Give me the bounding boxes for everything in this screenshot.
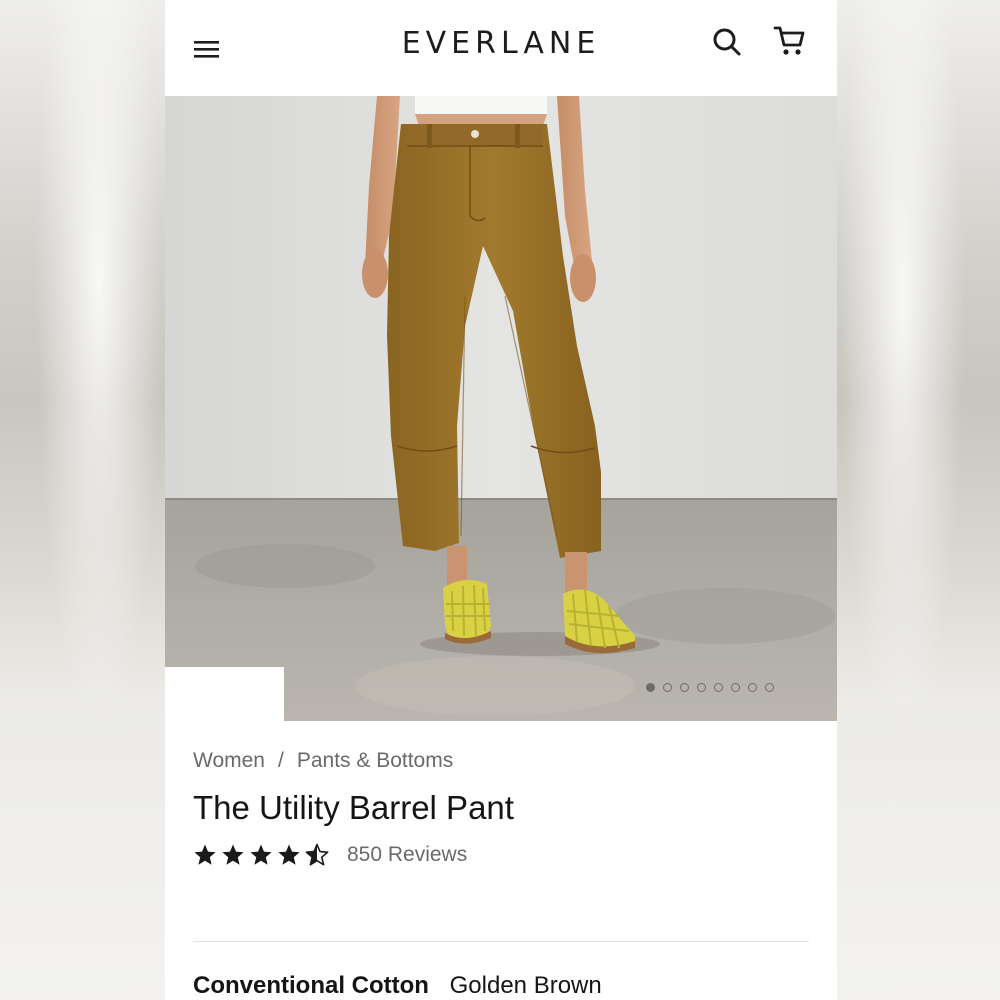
carousel-pagination bbox=[646, 683, 774, 692]
section-divider bbox=[193, 941, 809, 942]
search-icon[interactable] bbox=[711, 26, 743, 58]
reviews-link[interactable]: 850 Reviews bbox=[347, 843, 467, 867]
star-icon bbox=[194, 844, 216, 865]
half-star-icon bbox=[305, 843, 329, 866]
star-icon bbox=[222, 844, 244, 865]
site-header: EVERLANE bbox=[165, 0, 837, 96]
blurred-background-left bbox=[0, 0, 165, 1000]
carousel-dot[interactable] bbox=[680, 683, 689, 692]
star-icon bbox=[278, 844, 300, 865]
carousel-dot[interactable] bbox=[663, 683, 672, 692]
breadcrumb: Women / Pants & Bottoms bbox=[193, 746, 809, 776]
carousel-dot[interactable] bbox=[646, 683, 655, 692]
product-title: The Utility Barrel Pant bbox=[193, 789, 514, 826]
blurred-background-right bbox=[837, 0, 1000, 1000]
breadcrumb-link-pants-bottoms[interactable]: Pants & Bottoms bbox=[297, 749, 453, 773]
carousel-dot[interactable] bbox=[714, 683, 723, 692]
product-info: Women / Pants & Bottoms The Utility Barr… bbox=[193, 746, 809, 870]
carousel-dot[interactable] bbox=[748, 683, 757, 692]
carousel-dot[interactable] bbox=[765, 683, 774, 692]
image-corner-overlay bbox=[165, 667, 284, 721]
star-icon bbox=[250, 844, 272, 865]
breadcrumb-separator: / bbox=[277, 749, 284, 772]
material-color-row: Conventional Cotton Golden Brown bbox=[193, 972, 602, 1000]
color-label: Golden Brown bbox=[449, 972, 602, 999]
cart-icon[interactable] bbox=[773, 24, 807, 58]
carousel-dot[interactable] bbox=[697, 683, 706, 692]
product-page: EVERLANE Women / Pants & Bottoms The Uti… bbox=[165, 0, 837, 1000]
product-photo bbox=[165, 96, 837, 721]
material-label: Conventional Cotton bbox=[193, 972, 429, 999]
carousel-dot[interactable] bbox=[731, 683, 740, 692]
product-image-gallery[interactable] bbox=[165, 96, 837, 721]
product-rating[interactable]: 850 Reviews bbox=[193, 840, 809, 870]
breadcrumb-link-women[interactable]: Women bbox=[193, 749, 265, 773]
star-rating bbox=[193, 843, 329, 867]
